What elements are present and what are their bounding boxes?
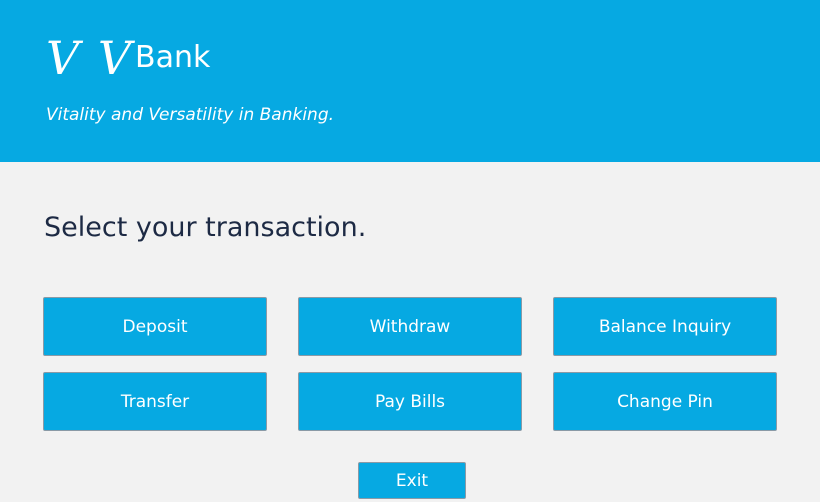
change-pin-button[interactable]: Change Pin xyxy=(553,372,777,431)
logo-vv: V V xyxy=(46,31,134,85)
pay-bills-button[interactable]: Pay Bills xyxy=(298,372,522,431)
logo-bank: Bank xyxy=(135,40,211,75)
header-banner: V V Bank Vitality and Versatility in Ban… xyxy=(0,0,820,162)
exit-button[interactable]: Exit xyxy=(358,462,466,499)
balance-inquiry-button[interactable]: Balance Inquiry xyxy=(553,297,777,356)
transfer-button[interactable]: Transfer xyxy=(43,372,267,431)
page-title: Select your transaction. xyxy=(44,212,367,243)
deposit-button[interactable]: Deposit xyxy=(43,297,267,356)
tagline: Vitality and Versatility in Banking. xyxy=(46,105,335,125)
withdraw-button[interactable]: Withdraw xyxy=(298,297,522,356)
